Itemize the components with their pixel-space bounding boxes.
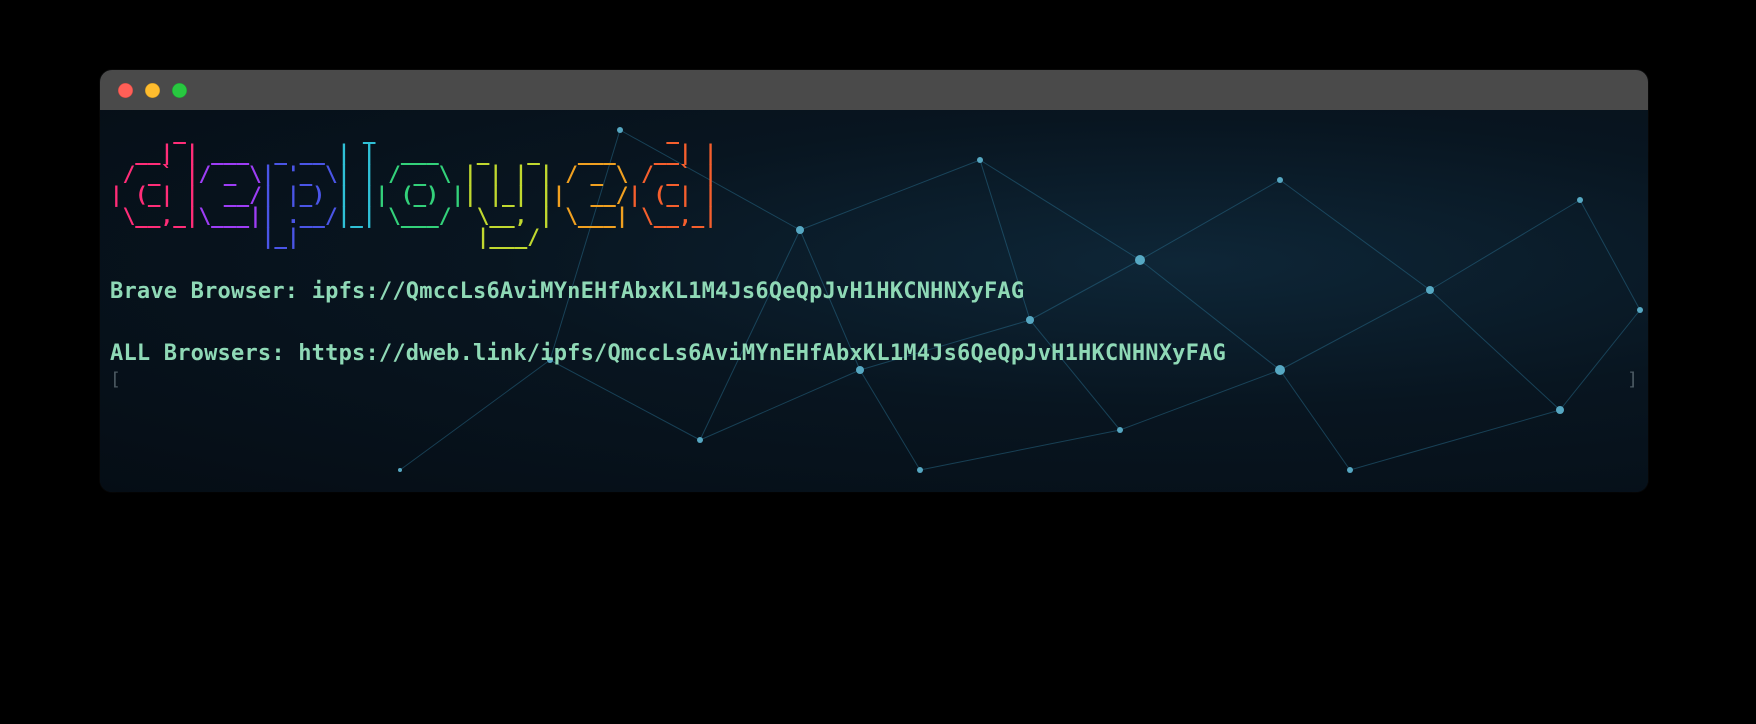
- ascii-art-deployed: _ _ _ __| | ___ _ __ | | ___ _ _ ___ __|…: [110, 122, 1644, 248]
- brave-url: ipfs://QmccLs6AviMYnEHfAbxKL1M4Js6QeQpJv…: [312, 279, 1025, 304]
- output-line-brave: Brave Browser: ipfs://QmccLs6AviMYnEHfAb…: [104, 278, 1644, 306]
- brave-label: Brave Browser:: [110, 279, 312, 304]
- zoom-icon[interactable]: [172, 83, 187, 98]
- all-browsers-label: ALL Browsers:: [110, 341, 298, 366]
- terminal-window: _ _ _ __| | ___ _ __ | | ___ _ _ ___ __|…: [100, 70, 1648, 492]
- terminal-body[interactable]: _ _ _ __| | ___ _ __ | | ___ _ _ ___ __|…: [100, 110, 1648, 492]
- prompt-row: [ ]: [104, 367, 1644, 390]
- close-icon[interactable]: [118, 83, 133, 98]
- output-line-all-browsers: ALL Browsers: https://dweb.link/ipfs/Qmc…: [104, 340, 1644, 368]
- prompt-bracket-left: [: [110, 369, 121, 390]
- window-titlebar[interactable]: [100, 70, 1648, 110]
- minimize-icon[interactable]: [145, 83, 160, 98]
- all-browsers-url: https://dweb.link/ipfs/QmccLs6AviMYnEHfA…: [298, 341, 1226, 366]
- prompt-bracket-right: ]: [1627, 369, 1638, 390]
